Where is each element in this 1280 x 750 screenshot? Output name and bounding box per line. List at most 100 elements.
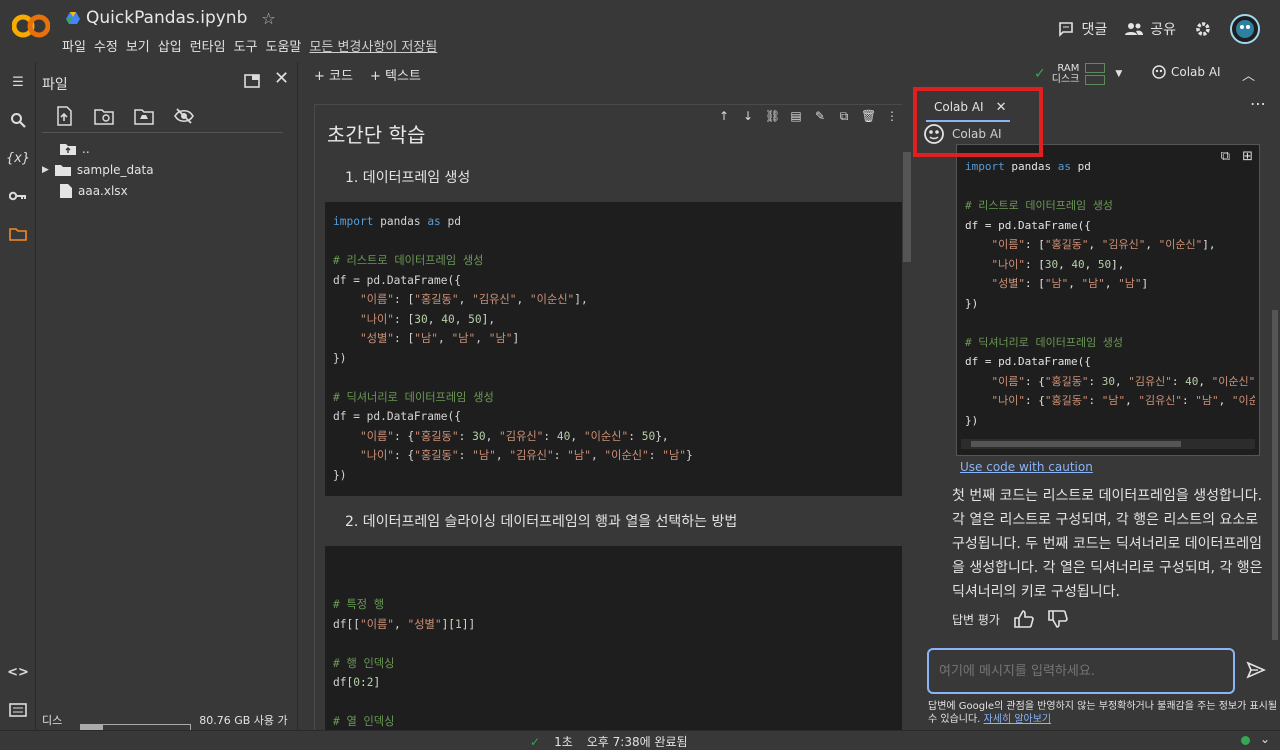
menu-runtime[interactable]: 런타임 bbox=[190, 36, 226, 55]
text-cell[interactable]: ↑ ↓ ⛓ ▤ ✎ ⧉ 🗑 ⋮ 초간단 학습 1. 데이터프레임 생성 impo… bbox=[314, 104, 904, 730]
disk-graph bbox=[1085, 75, 1106, 85]
ai-answer-text: 첫 번째 코드는 리스트로 데이터프레임을 생성합니다. 각 열은 리스트로 구… bbox=[952, 488, 1263, 600]
refresh-folder-icon[interactable] bbox=[94, 106, 114, 126]
move-up-icon[interactable]: ↑ bbox=[717, 109, 731, 123]
colab-ai-button[interactable]: Colab AI bbox=[1152, 65, 1221, 79]
colab-ai-label: Colab AI bbox=[1171, 65, 1221, 79]
tab-colab-ai[interactable]: Colab AI ✕ bbox=[926, 94, 1010, 122]
add-text-button[interactable]: + 텍스트 bbox=[370, 65, 421, 84]
menu-tools[interactable]: 도구 bbox=[234, 36, 258, 55]
mount-drive-icon[interactable] bbox=[134, 106, 154, 126]
star-icon[interactable]: ☆ bbox=[261, 9, 275, 28]
status-duration: 1초 bbox=[554, 735, 573, 749]
thumbs-down-icon[interactable] bbox=[1048, 610, 1068, 628]
code-snippets-icon[interactable]: <> bbox=[7, 662, 29, 682]
search-icon[interactable] bbox=[8, 110, 28, 130]
menu-view[interactable]: 보기 bbox=[126, 36, 150, 55]
code-horizontal-scrollbar[interactable] bbox=[961, 439, 1255, 449]
variables-icon[interactable]: {x} bbox=[6, 148, 30, 168]
colab-ai-sub-label: Colab AI bbox=[952, 127, 1002, 141]
chevron-down-icon[interactable]: ▼ bbox=[1115, 69, 1122, 79]
markdown-item-2: 2. 데이터프레임 슬라이싱 데이터프레임의 행과 열을 선택하는 방법 bbox=[345, 514, 738, 530]
cell-toolbar: ↑ ↓ ⛓ ▤ ✎ ⧉ 🗑 ⋮ bbox=[713, 107, 903, 125]
menu-edit[interactable]: 수정 bbox=[94, 36, 118, 55]
left-icon-rail: ☰ {x} <> bbox=[0, 62, 36, 730]
file-name: sample_data bbox=[76, 163, 154, 177]
comment-label: 댓글 bbox=[1081, 22, 1108, 38]
file-row-parent[interactable]: .. bbox=[60, 142, 90, 156]
folder-icon bbox=[54, 165, 71, 176]
file-icon bbox=[60, 184, 72, 198]
check-icon: ✓ bbox=[1034, 66, 1046, 82]
add-code-button[interactable]: + 코드 bbox=[314, 65, 353, 84]
code-block-create: import pandas as pd # 리스트로 데이터프레임 생성 df … bbox=[325, 202, 903, 496]
connection-status-dot[interactable] bbox=[1241, 736, 1250, 745]
use-code-caution-link[interactable]: Use code with caution bbox=[960, 460, 1093, 474]
expand-arrow-icon[interactable]: ▶ bbox=[42, 165, 49, 175]
menu-file[interactable]: 파일 bbox=[62, 36, 86, 55]
close-tab-icon[interactable]: ✕ bbox=[996, 100, 1007, 115]
gear-icon[interactable] bbox=[1194, 20, 1212, 38]
menu-insert[interactable]: 삽입 bbox=[158, 36, 182, 55]
code-block-slicing: # 특정 행 df[["이름", "성별"][1]] # 행 인덱싱 df[0:… bbox=[325, 546, 903, 730]
files-panel: 파일 ✕ .. ▶ sample_data aaa.xlsx 디스크 80.76… bbox=[36, 62, 298, 743]
expand-panel-icon[interactable] bbox=[244, 74, 260, 88]
status-check-icon: ✓ bbox=[530, 734, 541, 749]
status-completed: 오후 7:38에 완료됨 bbox=[586, 735, 688, 749]
toc-icon[interactable]: ☰ bbox=[8, 72, 28, 92]
tab-label: Colab AI bbox=[934, 100, 984, 114]
saved-status[interactable]: 모든 변경사항이 저장됨 bbox=[309, 36, 437, 55]
file-row-aaa-xlsx[interactable]: aaa.xlsx bbox=[60, 184, 128, 198]
disk-label: 디스크 bbox=[1051, 74, 1080, 85]
rate-answer: 답변 평가 bbox=[952, 610, 1068, 628]
files-panel-title: 파일 bbox=[42, 77, 68, 93]
comment-button[interactable]: 댓글 bbox=[1058, 19, 1107, 39]
learn-more-link[interactable]: 자세히 알아보기 bbox=[984, 714, 1052, 725]
more-vert-icon[interactable]: ⋮ bbox=[885, 109, 899, 123]
notebook-toolbar: + 코드 + 텍스트 ✓ RAM 디스크 ▼ Colab AI ︿ bbox=[300, 62, 1280, 90]
status-bar: ✓ 1초 오후 7:38에 완료됨 ⌄ bbox=[0, 730, 1280, 750]
notebook-title[interactable]: QuickPandas.ipynb bbox=[86, 8, 247, 28]
edit-icon[interactable]: ✎ bbox=[813, 109, 827, 123]
ai-panel-scrollbar[interactable] bbox=[1272, 310, 1278, 640]
link-icon[interactable]: ⛓ bbox=[765, 109, 780, 123]
move-down-icon[interactable]: ↓ bbox=[741, 109, 755, 123]
colab-logo[interactable] bbox=[12, 12, 50, 40]
mirror-cell-icon[interactable]: ⧉ bbox=[837, 109, 851, 123]
chevron-down-icon[interactable]: ⌄ bbox=[1260, 732, 1270, 746]
file-row-sample-data[interactable]: ▶ sample_data bbox=[42, 163, 154, 177]
ram-graph bbox=[1085, 63, 1106, 73]
markdown-heading: 초간단 학습 bbox=[327, 123, 426, 147]
ai-message-input[interactable] bbox=[927, 648, 1235, 694]
share-button[interactable]: 공유 bbox=[1125, 19, 1176, 39]
drive-icon[interactable] bbox=[66, 12, 80, 24]
ai-disclaimer: 답변에 Google의 관점을 반영하지 않는 부정확하거나 불쾌감을 주는 정… bbox=[928, 700, 1278, 726]
colab-ai-icon bbox=[1152, 65, 1166, 79]
disclaimer-text: 답변에 Google의 관점을 반영하지 않는 부정확하거나 불쾌감을 주는 정… bbox=[928, 701, 1278, 725]
thumbs-up-icon[interactable] bbox=[1014, 610, 1034, 628]
folder-icon[interactable] bbox=[8, 224, 28, 244]
close-icon[interactable]: ✕ bbox=[274, 68, 289, 89]
chevron-up-icon[interactable]: ︿ bbox=[1242, 65, 1255, 84]
menu-help[interactable]: 도움말 bbox=[266, 36, 302, 55]
more-horiz-icon[interactable]: ⋯ bbox=[1250, 94, 1266, 113]
delete-icon[interactable]: 🗑 bbox=[861, 109, 876, 123]
folder-up-icon bbox=[60, 144, 76, 155]
avatar[interactable] bbox=[1230, 14, 1260, 44]
ai-code-block: ⧉ ⊞ import pandas as pd # 리스트로 데이터프레임 생성… bbox=[956, 144, 1260, 456]
notebook-area: ↑ ↓ ⛓ ▤ ✎ ⧉ 🗑 ⋮ 초간단 학습 1. 데이터프레임 생성 impo… bbox=[300, 90, 914, 730]
comment-icon[interactable]: ▤ bbox=[789, 109, 803, 123]
file-name: aaa.xlsx bbox=[78, 184, 128, 198]
share-label: 공유 bbox=[1150, 22, 1176, 38]
ram-label: RAM bbox=[1057, 63, 1080, 74]
send-icon[interactable] bbox=[1246, 660, 1266, 680]
menu-bar: 파일 수정 보기 삽입 런타임 도구 도움말 모든 변경사항이 저장됨 bbox=[62, 36, 437, 55]
ram-disk-indicator[interactable]: ✓ RAM 디스크 ▼ bbox=[1034, 62, 1122, 86]
hide-files-icon[interactable] bbox=[174, 106, 194, 126]
notebook-scrollbar[interactable] bbox=[902, 90, 912, 730]
upload-file-icon[interactable] bbox=[54, 106, 74, 126]
divider bbox=[42, 132, 283, 133]
file-name: .. bbox=[82, 142, 90, 156]
terminal-icon[interactable] bbox=[8, 700, 28, 720]
key-icon[interactable] bbox=[8, 186, 28, 206]
